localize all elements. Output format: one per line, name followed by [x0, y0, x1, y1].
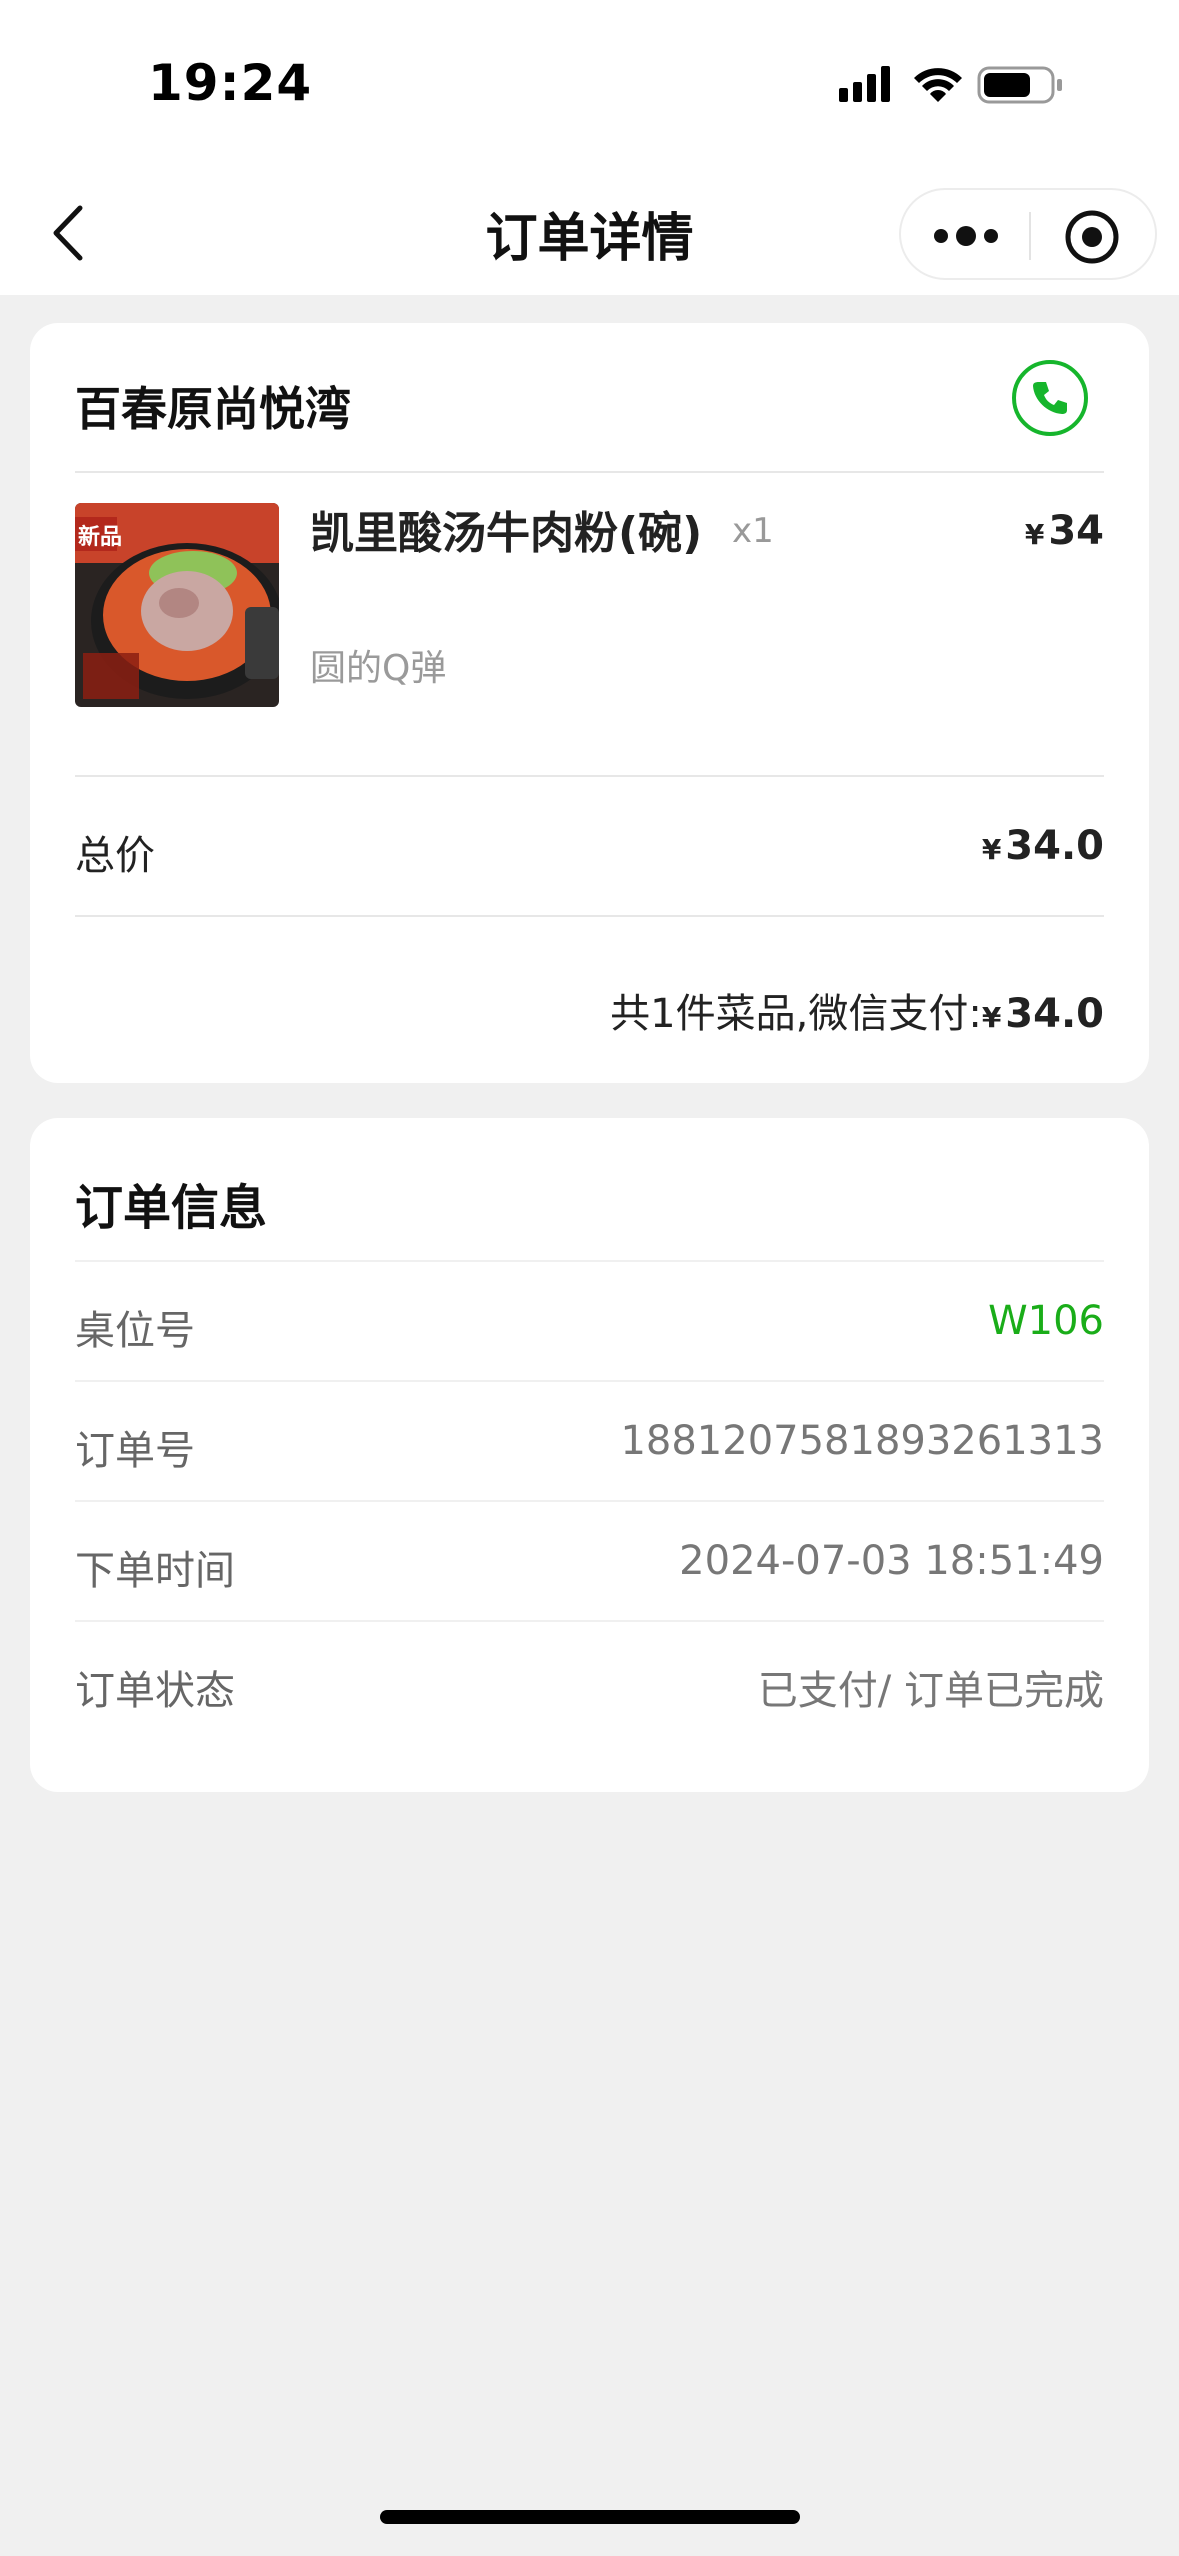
info-row-order-status: 订单状态 已支付/ 订单已完成 — [75, 1620, 1104, 1740]
nav-bar: 订单详情 — [0, 170, 1179, 295]
item-name: 凯里酸汤牛肉粉(碗) — [310, 508, 703, 559]
phone-icon — [1033, 382, 1067, 414]
item-price-value: 34 — [1048, 508, 1104, 554]
shop-name: 百春原尚悦湾 — [75, 382, 351, 436]
divider — [75, 1260, 1104, 1262]
divider — [75, 915, 1104, 917]
capsule-divider — [1029, 212, 1031, 260]
more-dots-icon — [934, 226, 998, 246]
item-spec: 圆的Q弹 — [310, 648, 447, 689]
call-shop-button[interactable] — [1012, 360, 1088, 436]
status-bar: 19:24 — [0, 0, 1179, 170]
item-quantity: x1 — [732, 511, 774, 551]
item-price: ¥34 — [1025, 508, 1104, 554]
wifi-icon — [914, 68, 962, 102]
divider — [75, 775, 1104, 777]
battery-icon — [977, 66, 1062, 104]
summary-text: 共1件菜品,微信支付: — [610, 991, 982, 1037]
cellular-signal-icon — [839, 66, 890, 102]
divider — [75, 1620, 1104, 1622]
info-row-order-time: 下单时间 2024-07-03 18:51:49 — [75, 1500, 1104, 1620]
info-label: 桌位号 — [75, 1308, 195, 1354]
new-badge-text: 新品 — [78, 524, 122, 550]
status-time: 19:24 — [148, 54, 313, 112]
divider — [75, 1500, 1104, 1502]
total-price-value: 34.0 — [1005, 823, 1104, 869]
currency-symbol: ¥ — [981, 1001, 1002, 1034]
summary-price-value: 34.0 — [1005, 991, 1104, 1037]
item-thumbnail: 新品 — [75, 503, 279, 707]
total-label: 总价 — [75, 833, 155, 879]
summary-price: ¥34.0 — [982, 991, 1104, 1037]
info-label: 下单时间 — [75, 1548, 235, 1594]
info-label: 订单号 — [75, 1428, 195, 1474]
table-number-value: W106 — [988, 1298, 1104, 1344]
payment-summary: 共1件菜品,微信支付:¥ 34.0 — [610, 981, 1104, 1039]
order-status-value: 已支付/ 订单已完成 — [757, 1668, 1104, 1714]
divider — [75, 1380, 1104, 1382]
order-items-card: 百春原尚悦湾 新品 凯里酸汤牛肉粉(碗) 圆的Q弹 x1 ¥34 总价 ¥34.… — [30, 323, 1149, 1083]
total-price: ¥34.0 — [982, 823, 1104, 869]
currency-symbol: ¥ — [981, 833, 1002, 866]
info-row-order-number: 订单号 1881207581893261313 — [75, 1380, 1104, 1500]
close-mini-program-button[interactable] — [1063, 208, 1121, 266]
more-button[interactable] — [931, 216, 1001, 256]
info-row-table: 桌位号 W106 — [75, 1260, 1104, 1380]
order-time-value: 2024-07-03 18:51:49 — [679, 1538, 1104, 1584]
order-info-title: 订单信息 — [75, 1180, 268, 1236]
info-label: 订单状态 — [75, 1668, 235, 1714]
order-info-card: 订单信息 桌位号 W106 订单号 1881207581893261313 下单… — [30, 1118, 1149, 1792]
order-number-value: 1881207581893261313 — [620, 1418, 1104, 1464]
home-indicator — [380, 2510, 800, 2524]
currency-symbol: ¥ — [1024, 518, 1045, 551]
target-icon — [1065, 210, 1119, 264]
status-icons — [839, 62, 1079, 112]
divider — [75, 471, 1104, 473]
mini-program-capsule — [899, 188, 1157, 280]
